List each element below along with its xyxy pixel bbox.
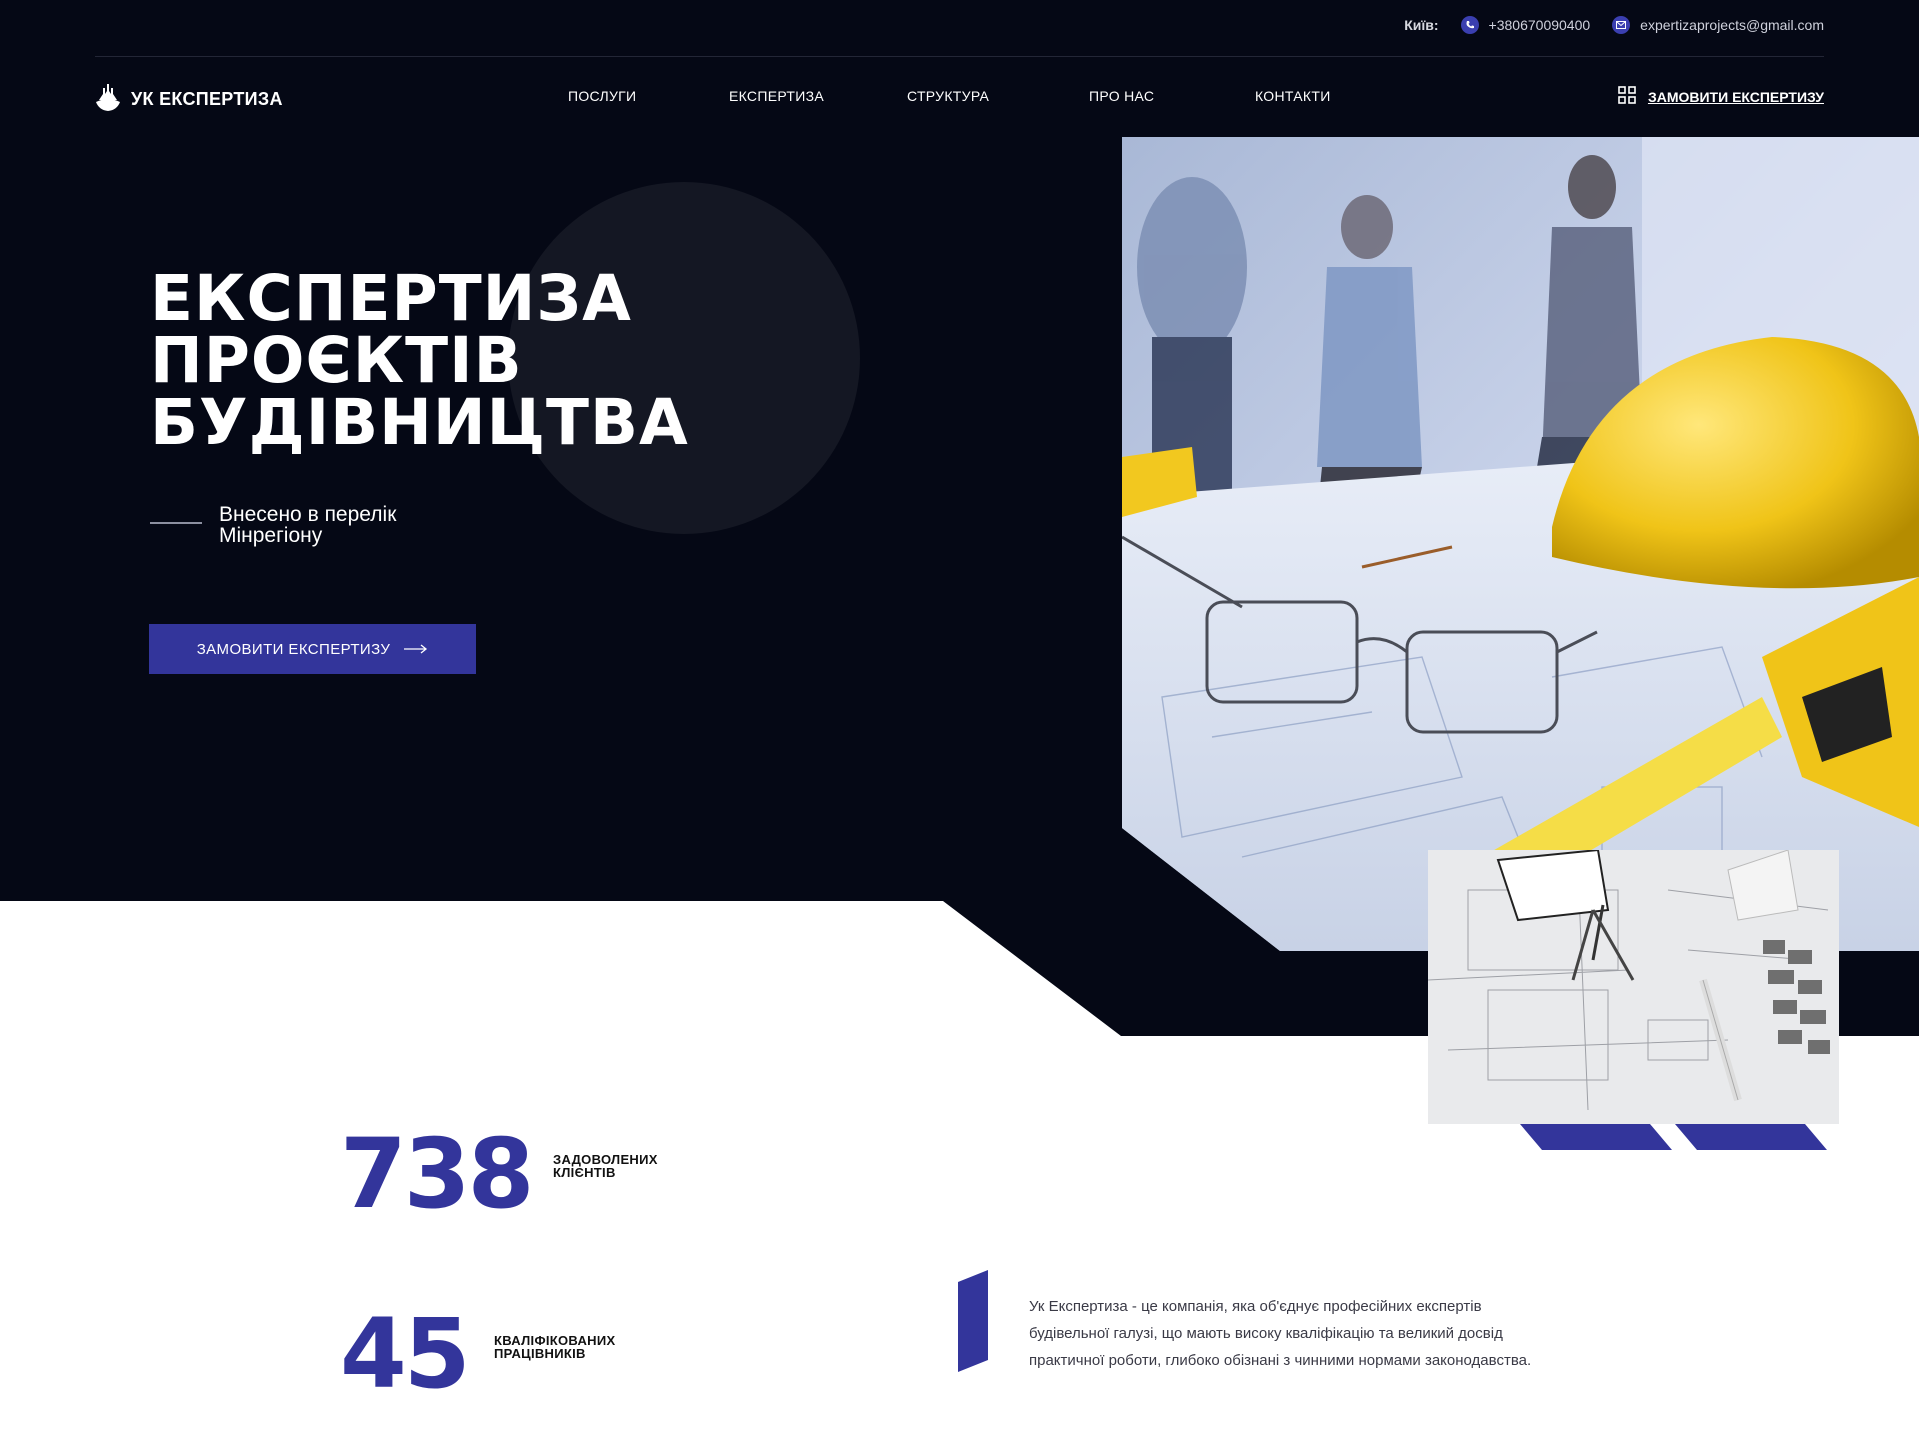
about-accent-bar (958, 1270, 988, 1372)
nav-item-services[interactable]: ПОСЛУГИ (568, 88, 636, 104)
stat-clients-label: ЗАДОВОЛЕНИХ КЛІЄНТІВ (553, 1152, 658, 1180)
accent-stripe (1675, 1124, 1827, 1150)
hero-photo-engineers (1122, 137, 1919, 951)
nav-item-contacts[interactable]: КОНТАКТИ (1255, 88, 1331, 104)
header-divider (95, 56, 1824, 57)
mail-icon (1612, 16, 1631, 34)
cta-label: ЗАМОВИТИ ЕКСПЕРТИЗУ (196, 640, 391, 658)
order-expertise-label: ЗАМОВИТИ ЕКСПЕРТИЗУ (1647, 88, 1824, 105)
logo-text: УК ЕКСПЕРТИЗА (131, 89, 283, 109)
nav-item-structure[interactable]: СТРУКТУРА (907, 88, 989, 104)
hero-title: ЕКСПЕРТИЗА ПРОЄКТІВ БУДІВНИЦТВА (150, 262, 689, 459)
grid-icon (1618, 86, 1636, 107)
phone-number: +380670090400 (1488, 17, 1591, 33)
hero-title-line: ПРОЄКТІВ (150, 324, 523, 397)
hero-title-line: ЕКСПЕРТИЗА (150, 262, 632, 335)
phone-icon (1460, 16, 1479, 34)
contact-bar: Київ: +380670090400 expertizaprojects@gm… (1404, 16, 1824, 34)
nav-item-about[interactable]: ПРО НАС (1089, 88, 1154, 104)
about-text: Ук Експертиза - це компанія, яка об'єдну… (1029, 1298, 1532, 1369)
nav-item-expertise[interactable]: ЕКСПЕРТИЗА (729, 88, 824, 104)
order-expertise-button[interactable]: ЗАМОВИТИ ЕКСПЕРТИЗУ (149, 624, 476, 674)
email-address: expertizaprojects@gmail.com (1640, 17, 1824, 33)
blueprint-photo (1428, 850, 1839, 1124)
arrow-right-icon (404, 641, 428, 658)
stat-clients-value: 738 (340, 1118, 534, 1230)
stat-employees-value: 45 (340, 1298, 471, 1410)
city-label: Київ: (1404, 17, 1439, 33)
stat-employees-label: КВАЛІФІКОВАНИХ ПРАЦІВНИКІВ (494, 1333, 616, 1361)
email-link[interactable]: expertizaprojects@gmail.com (1612, 16, 1824, 34)
accent-stripe (1520, 1124, 1672, 1150)
hero-title-line: БУДІВНИЦТВА (150, 386, 689, 459)
logo-icon (95, 82, 121, 117)
logo[interactable]: УК ЕКСПЕРТИЗА (95, 82, 283, 117)
hero-subtitle: Внесено в перелік Мінрегіону (219, 503, 397, 547)
phone-link[interactable]: +380670090400 (1460, 16, 1591, 34)
subtitle-dash (150, 522, 202, 524)
order-expertise-link[interactable]: ЗАМОВИТИ ЕКСПЕРТИЗУ (1618, 86, 1824, 107)
